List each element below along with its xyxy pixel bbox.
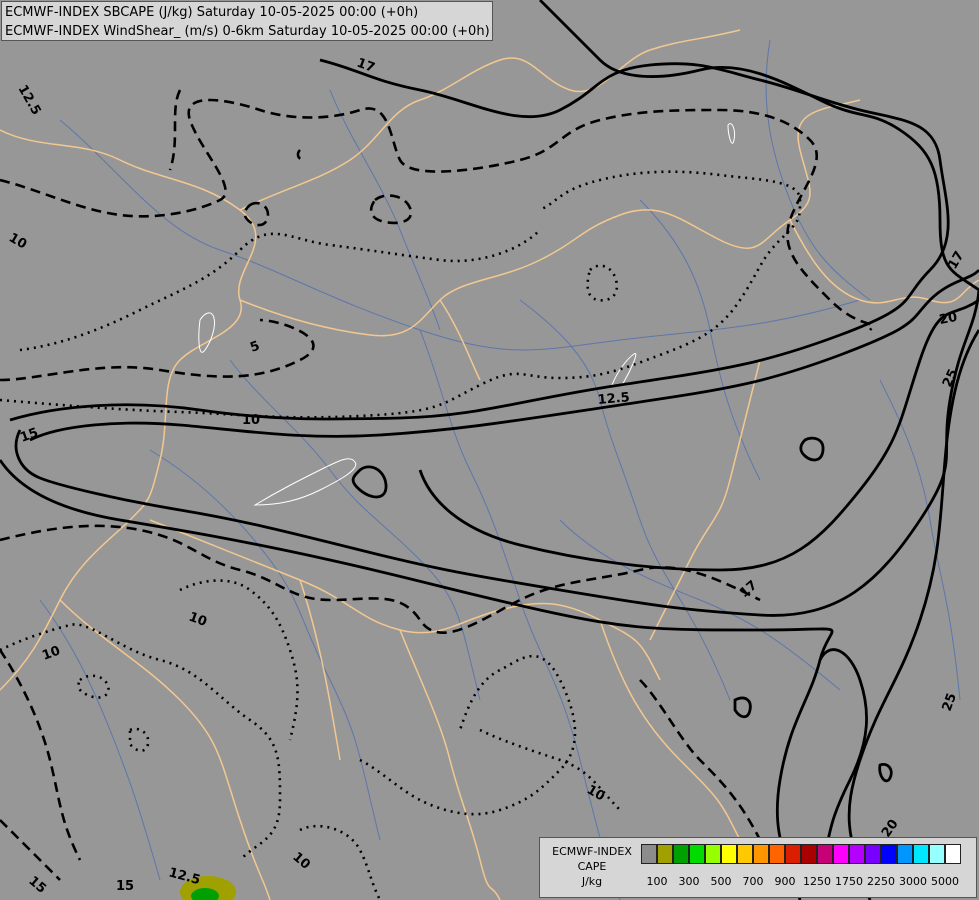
legend-swatch [865,844,881,864]
contour-label: 20 [938,310,958,328]
legend-swatch [817,844,833,864]
title-line-cape: ECMWF-INDEX SBCAPE (J/kg) Saturday 10-05… [5,5,419,20]
legend-tick-label: 300 [678,875,700,888]
contour-label: 15 [116,879,134,894]
legend-tick-label: 700 [742,875,764,888]
legend-swatch [833,844,849,864]
legend-tick-label: 1250 [803,875,831,888]
map-title-box: ECMWF-INDEX SBCAPE (J/kg) Saturday 10-05… [1,1,493,41]
legend-swatch [753,844,769,864]
weather-map[interactable]: 12.5 10 5 17 15 10 12.5 20 17 25 17 10 1… [0,0,979,900]
legend-swatch [737,844,753,864]
legend-swatch [673,844,689,864]
contour-label: 10 [242,413,260,428]
legend-swatch [657,844,673,864]
legend-swatch [881,844,897,864]
contour-label: 12.5 [597,390,630,408]
legend-title: ECMWF-INDEX CAPE J/kg [542,844,642,889]
legend-swatch [785,844,801,864]
legend-swatch [689,844,705,864]
legend-tick-label: 500 [710,875,732,888]
title-line-windshear: ECMWF-INDEX WindShear_ (m/s) 0-6km Satur… [5,24,490,39]
legend-swatch [897,844,913,864]
legend-swatch [849,844,865,864]
map-viewer: 12.5 10 5 17 15 10 12.5 20 17 25 17 10 1… [0,0,979,900]
map-background [0,0,979,900]
cape-legend: ECMWF-INDEX CAPE J/kg 100 300 500 700 900 125… [539,837,977,898]
legend-swatch [913,844,929,864]
legend-tick-label: 2250 [867,875,895,888]
legend-swatch [769,844,785,864]
legend-swatch [801,844,817,864]
legend-tick-label: 3000 [899,875,927,888]
legend-color-scale [641,844,961,866]
legend-tick-label: 100 [646,875,668,888]
legend-unit: J/kg [581,875,603,888]
legend-swatch [721,844,737,864]
legend-tick-labels: 100 300 500 700 900 1250 1750 2250 3000 5000 [641,875,976,889]
legend-swatch [945,844,961,864]
legend-swatch [929,844,945,864]
legend-model-name: ECMWF-INDEX [552,845,632,858]
legend-swatch [705,844,721,864]
legend-swatch [641,844,657,864]
legend-tick-label: 900 [774,875,796,888]
legend-tick-label: 1750 [835,875,863,888]
legend-parameter: CAPE [577,860,607,873]
legend-tick-label: 5000 [931,875,959,888]
